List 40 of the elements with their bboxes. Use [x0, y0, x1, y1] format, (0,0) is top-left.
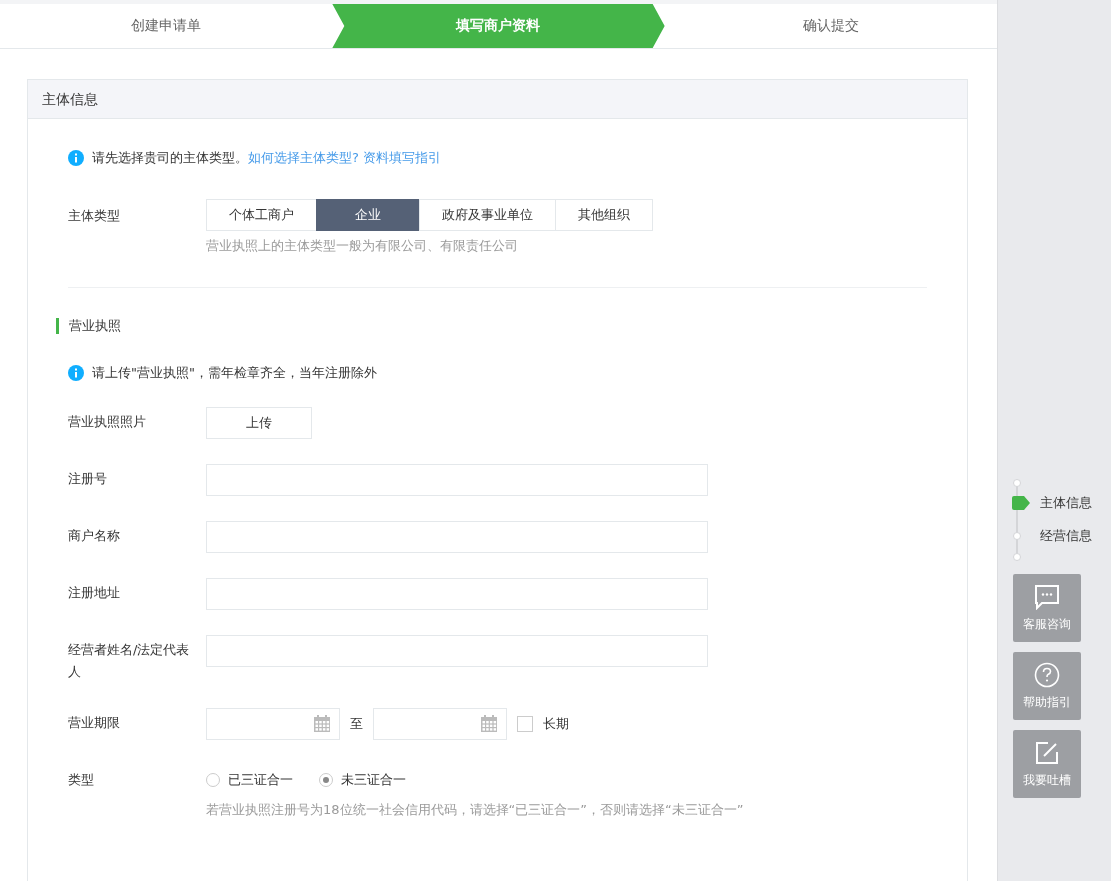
date-field[interactable] — [206, 708, 340, 740]
notice-text: 请先选择贵司的主体类型。 — [92, 149, 248, 167]
chat-bubble-icon — [1034, 583, 1060, 610]
upload-button[interactable]: 上传 — [206, 407, 312, 439]
nav-item[interactable]: 主体信息 — [1040, 493, 1092, 512]
calendar-icon[interactable] — [480, 715, 498, 733]
field-label: 注册号 — [68, 470, 108, 488]
card-title: 主体信息 — [28, 80, 967, 119]
field-label: 营业期限 — [68, 714, 121, 732]
subject-type-option[interactable]: 政府及事业单位 — [419, 199, 556, 231]
field-label: 主体类型 — [68, 207, 121, 225]
guide-link[interactable]: 如何选择主体类型? 资料填写指引 — [248, 149, 442, 167]
input-field[interactable] — [206, 635, 708, 667]
notice-text: 请上传"营业执照"，需年检章齐全，当年注册除外 — [92, 364, 377, 382]
field-label: 类型 — [68, 771, 95, 789]
radio-label: 已三证合一 — [228, 771, 293, 789]
field-label: 经营者姓名/法定代表人 — [68, 641, 191, 681]
subject-type-option[interactable]: 其他组织 — [555, 199, 653, 231]
range-separator: 至 — [350, 715, 363, 733]
info-icon — [68, 365, 84, 381]
edit-icon — [1034, 739, 1060, 766]
checkbox[interactable] — [517, 716, 533, 732]
field-label: 商户名称 — [68, 527, 121, 545]
date-field[interactable] — [373, 708, 507, 740]
input-field[interactable] — [206, 464, 708, 496]
info-icon — [68, 150, 84, 166]
step-tab[interactable]: 确认提交 — [664, 4, 997, 48]
radio-label: 未三证合一 — [341, 771, 406, 789]
calendar-icon[interactable] — [313, 715, 331, 733]
step-tab[interactable]: 创建申请单 — [0, 4, 333, 48]
input-field[interactable] — [206, 578, 708, 610]
help-icon — [1034, 661, 1060, 688]
input-field[interactable] — [206, 521, 708, 553]
subject-type-option[interactable]: 企业 — [316, 199, 420, 231]
field-label: 营业执照照片 — [68, 413, 147, 431]
field-label: 注册地址 — [68, 584, 121, 602]
checkbox-label: 长期 — [543, 715, 569, 733]
nav-item[interactable]: 经营信息 — [1040, 526, 1092, 545]
subject-type-option[interactable]: 个体工商户 — [206, 199, 317, 231]
section-heading: 营业执照 — [56, 318, 927, 334]
